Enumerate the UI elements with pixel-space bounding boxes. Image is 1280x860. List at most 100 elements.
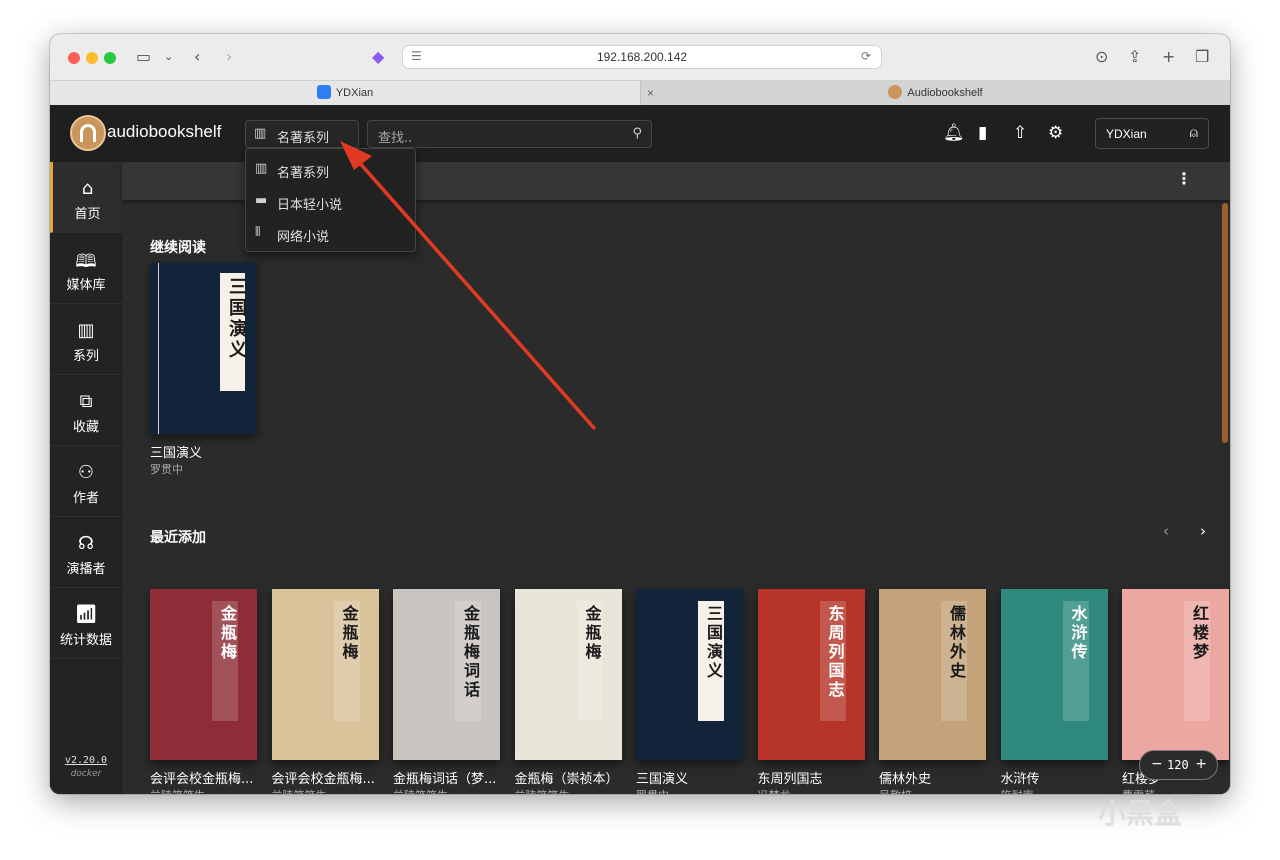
cover-title-text: 三国演义 bbox=[704, 605, 723, 681]
scrollbar-thumb[interactable] bbox=[1222, 203, 1228, 443]
user-icon: ⍝ bbox=[1189, 125, 1198, 141]
tab-label: YDXian bbox=[335, 87, 374, 99]
book-title[interactable]: 会评会校金瓶梅... bbox=[150, 768, 262, 787]
share-icon[interactable]: ⇪ bbox=[1128, 46, 1141, 68]
library-option[interactable]: ▬ 日本轻小说 bbox=[246, 186, 415, 218]
book-author[interactable]: 罗贯中 bbox=[636, 787, 748, 794]
book-author[interactable]: 吴敬梓 bbox=[879, 787, 991, 794]
book-cover[interactable]: 金瓶梅 bbox=[271, 589, 379, 760]
bell-icon[interactable]: 🔔︎ bbox=[943, 123, 965, 143]
sidebar-toggle-icon[interactable]: ▭ bbox=[136, 46, 151, 68]
minimize-window-button[interactable] bbox=[86, 52, 98, 64]
address-bar[interactable]: ☰ 192.168.200.142 ⟳ bbox=[402, 45, 882, 69]
library-select[interactable]: ▥ 名著系列 bbox=[245, 120, 359, 148]
app-title[interactable]: audiobookshelf bbox=[107, 122, 221, 142]
cover-title-text: 红楼梦 bbox=[1190, 605, 1209, 662]
book-author[interactable]: 施耐庵 bbox=[1001, 787, 1113, 794]
sidebar-item-library[interactable]: 🕮 媒体库 bbox=[50, 233, 122, 304]
close-window-button[interactable] bbox=[68, 52, 80, 64]
sidebar-item-label: 作者 bbox=[72, 491, 99, 506]
user-account-button[interactable]: YDXian ⍝ bbox=[1095, 118, 1209, 149]
book-cover[interactable]: 三国演义 bbox=[150, 263, 257, 434]
cover-title-text: 金瓶梅 bbox=[339, 605, 359, 662]
close-tab-icon[interactable]: × bbox=[647, 81, 654, 105]
reload-icon[interactable]: ⟳ bbox=[861, 49, 871, 63]
sidebar-item-authors[interactable]: ⚇ 作者 bbox=[50, 446, 122, 517]
audiobookshelf-app: audiobookshelf ▥ 名著系列 查找.. ⚲ 🔔︎ ▮ ⇧ ⚙ YD… bbox=[50, 105, 1230, 794]
sidebar-item-label: 系列 bbox=[72, 349, 99, 364]
book-author[interactable]: 兰陵笑笑生 bbox=[393, 787, 505, 794]
cover-title-label: 金瓶梅词话 bbox=[455, 601, 481, 721]
sidebar-item-label: 统计数据 bbox=[59, 633, 112, 648]
cover-title-text: 金瓶梅 bbox=[582, 605, 602, 662]
sidebar-item-home[interactable]: ⌂ 首页 bbox=[50, 162, 122, 233]
book-author[interactable]: 兰陵笑笑生 bbox=[272, 787, 384, 794]
cover-title-label: 儒林外史 bbox=[941, 601, 967, 721]
book-author[interactable]: 兰陵笑笑生 bbox=[515, 787, 627, 794]
book-cover[interactable]: 金瓶梅 bbox=[514, 589, 622, 760]
stats-bar-icon[interactable]: ▮ bbox=[978, 123, 987, 143]
book-title[interactable]: 会评会校金瓶梅... bbox=[272, 768, 384, 787]
book-title[interactable]: 儒林外史 bbox=[879, 768, 991, 787]
sidebar-item-series[interactable]: ▥ 系列 bbox=[50, 304, 122, 375]
cover-title-text: 东周列国志 bbox=[825, 605, 845, 700]
sidebar-item-stats[interactable]: 📶︎ 统计数据 bbox=[50, 588, 122, 659]
book-cover[interactable]: 红楼梦 bbox=[1122, 589, 1229, 760]
more-options-icon[interactable]: ⋮ bbox=[1176, 169, 1192, 188]
search-input[interactable]: 查找.. ⚲ bbox=[367, 120, 652, 148]
tab-ydxian[interactable]: YDXian bbox=[50, 81, 640, 105]
book-title[interactable]: 三国演义 bbox=[636, 768, 748, 787]
continue-reading-title: 继续阅读 bbox=[150, 240, 206, 256]
download-icon[interactable]: ⊙ bbox=[1095, 46, 1108, 68]
ydxian-favicon-icon bbox=[316, 85, 331, 99]
sidebar-item-label: 演播者 bbox=[66, 562, 106, 577]
sidebar-item-collections[interactable]: ⧉ 收藏 bbox=[50, 375, 122, 446]
library-icon: ▥ bbox=[254, 126, 267, 141]
settings-gear-icon[interactable]: ⚙ bbox=[1048, 123, 1063, 143]
shelf-next-icon[interactable]: › bbox=[1200, 522, 1206, 540]
library-option[interactable]: ▥ 名著系列 bbox=[246, 154, 415, 186]
extension-icon[interactable]: ◆ bbox=[372, 46, 384, 68]
zoom-control[interactable]: − 120 + bbox=[1139, 750, 1218, 780]
forward-icon[interactable]: › bbox=[226, 46, 232, 68]
upload-icon[interactable]: ⇧ bbox=[1013, 123, 1027, 143]
cover-spine-line bbox=[158, 263, 159, 434]
cover-title-text: 金瓶梅词话 bbox=[461, 605, 480, 700]
book-author[interactable]: 冯梦龙 bbox=[758, 787, 870, 794]
book-cover[interactable]: 金瓶梅 bbox=[150, 589, 257, 760]
book-cover[interactable]: 东周列国志 bbox=[757, 589, 865, 760]
book-cover[interactable]: 水浒传 bbox=[1000, 589, 1108, 760]
book-title[interactable]: 金瓶梅词话（梦... bbox=[393, 768, 505, 787]
new-tab-icon[interactable]: + bbox=[1162, 46, 1175, 68]
book-title[interactable]: 金瓶梅（崇祯本） bbox=[515, 768, 627, 787]
book-title[interactable]: 东周列国志 bbox=[758, 768, 870, 787]
zoom-out-button[interactable]: − bbox=[1151, 756, 1163, 772]
book-cover[interactable]: 三国演义 bbox=[636, 589, 743, 760]
narrator-icon: ☊ bbox=[78, 533, 94, 554]
book-cover[interactable]: 儒林外史 bbox=[879, 589, 986, 760]
cover-title-label: 水浒传 bbox=[1062, 601, 1089, 721]
user-name: YDXian bbox=[1106, 127, 1147, 141]
book-title[interactable]: 水浒传 bbox=[1001, 768, 1113, 787]
app-logo[interactable] bbox=[70, 115, 106, 151]
watermark: 小黑盒 bbox=[1098, 797, 1183, 830]
address-text: 192.168.200.142 bbox=[596, 50, 688, 64]
chevron-down-icon[interactable]: ⌄ bbox=[164, 46, 173, 68]
build-label: docker bbox=[70, 769, 102, 779]
shelf-prev-icon[interactable]: ‹ bbox=[1163, 522, 1169, 540]
book-cover[interactable]: 金瓶梅词话 bbox=[393, 589, 500, 760]
book-author[interactable]: 罗贯中 bbox=[150, 461, 262, 477]
sidebar-item-narrators[interactable]: ☊ 演播者 bbox=[50, 517, 122, 588]
sidebar-item-label: 收藏 bbox=[72, 420, 99, 435]
back-icon[interactable]: ‹ bbox=[194, 46, 200, 68]
zoom-window-button[interactable] bbox=[104, 52, 116, 64]
library-option[interactable]: ⫴ 网络小说 bbox=[246, 218, 415, 250]
tab-audiobookshelf[interactable]: × Audiobookshelf bbox=[640, 81, 1230, 105]
collection-icon: ⧉ bbox=[79, 391, 93, 412]
cover-title-label: 金瓶梅 bbox=[212, 601, 238, 721]
version-link[interactable]: v2.20.0 bbox=[50, 755, 122, 766]
book-author[interactable]: 兰陵笑笑生 bbox=[150, 787, 262, 794]
zoom-in-button[interactable]: + bbox=[1195, 756, 1207, 772]
book-title[interactable]: 三国演义 bbox=[150, 442, 262, 461]
tab-overview-icon[interactable]: ❐ bbox=[1195, 46, 1209, 68]
